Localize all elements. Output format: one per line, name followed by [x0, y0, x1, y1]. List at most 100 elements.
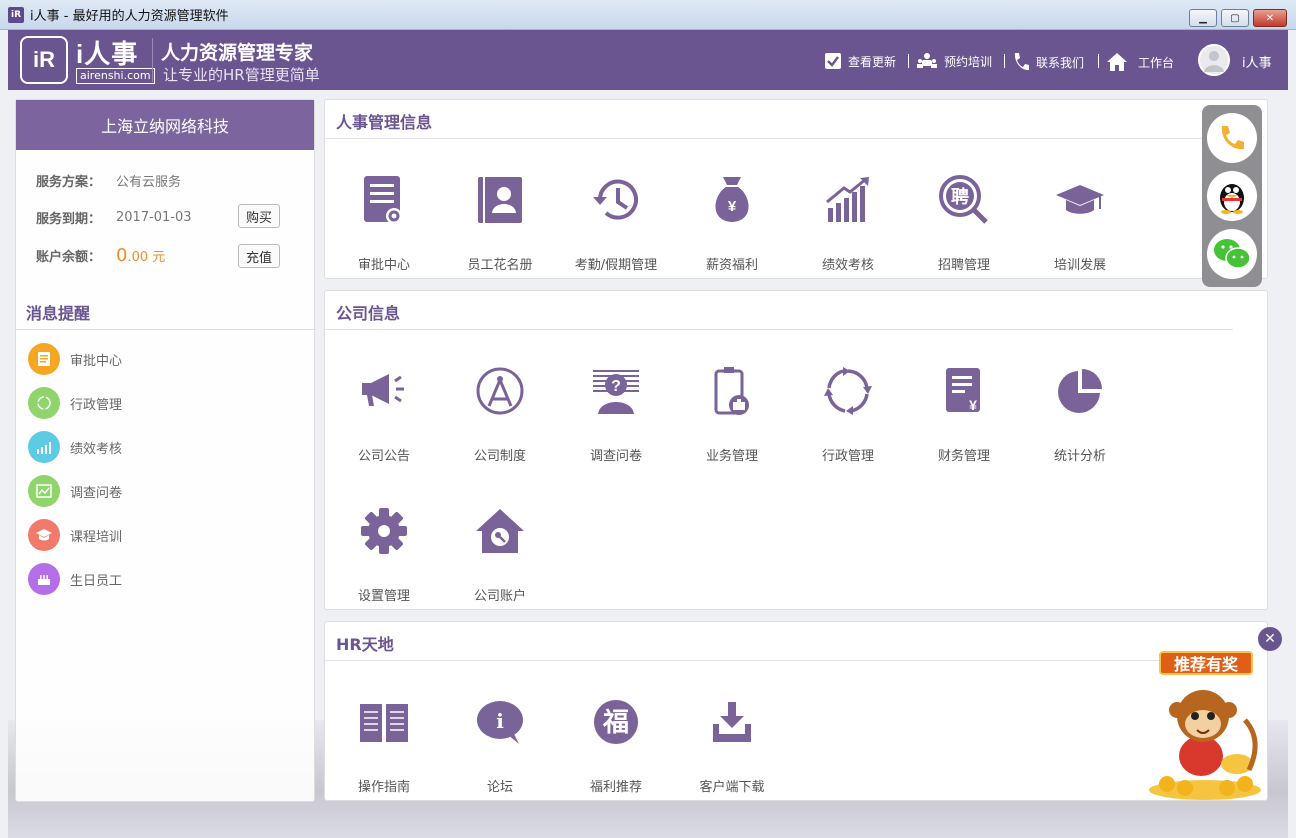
- workbench-label: 工作台: [1138, 55, 1175, 70]
- message-label: 行政管理: [70, 397, 123, 413]
- wechat-contact-button[interactable]: [1207, 229, 1257, 279]
- document-icon: [28, 343, 60, 375]
- message-performance[interactable]: 绩效考核: [28, 431, 122, 463]
- phone-contact-button[interactable]: [1207, 113, 1257, 163]
- tile-label: 统计分析: [1053, 449, 1106, 464]
- user-icon: [1204, 51, 1224, 72]
- recharge-button[interactable]: 充值: [238, 244, 280, 268]
- service-plan-row: 服务方案： 公有云服务: [36, 171, 181, 190]
- tile-label: 培训发展: [1053, 258, 1106, 273]
- app-header: iR i人事 airenshi.com 人力资源管理专家 让专业的HR管理更简单…: [8, 30, 1288, 90]
- tile-admin-management[interactable]: 行政管理: [798, 361, 898, 471]
- checkbox-icon: [824, 52, 842, 70]
- message-label: 生日员工: [70, 573, 123, 589]
- message-training[interactable]: 课程培训: [28, 519, 122, 551]
- service-plan-value: 公有云服务: [116, 175, 182, 190]
- tile-statistics[interactable]: 统计分析: [1030, 361, 1130, 471]
- service-plan-label: 服务方案：: [36, 175, 102, 190]
- book-training-label: 预约培训: [944, 54, 993, 69]
- tile-user-guide[interactable]: 操作指南: [334, 692, 434, 802]
- tile-employee-roster[interactable]: 员工花名册: [450, 170, 550, 280]
- book-training-link[interactable]: 预约培训: [916, 52, 992, 70]
- message-label: 课程培训: [70, 529, 123, 545]
- tile-business-management[interactable]: 业务管理: [682, 361, 782, 471]
- window-title: i人事 - 最好用的人力资源管理软件: [30, 9, 229, 24]
- message-label: 调查问卷: [70, 485, 123, 501]
- pie-chart-icon: [1050, 361, 1110, 421]
- tile-benefits-recommend[interactable]: 福 福利推荐: [566, 692, 666, 802]
- tile-label: 招聘管理: [937, 258, 990, 273]
- cycle-icon: [28, 387, 60, 419]
- tile-label: 客户端下载: [699, 780, 765, 795]
- open-book-icon: [354, 692, 414, 752]
- tile-approval-center[interactable]: 审批中心: [334, 170, 434, 280]
- cake-icon: [28, 563, 60, 595]
- tile-label: 公司公告: [357, 449, 410, 464]
- wechat-icon: [1214, 239, 1251, 269]
- maximize-button[interactable]: ▢: [1221, 9, 1249, 27]
- tile-label: 公司账户: [473, 589, 526, 604]
- megaphone-icon: [354, 361, 414, 421]
- tile-label: 考勤/假期管理: [574, 258, 658, 273]
- message-admin[interactable]: 行政管理: [28, 387, 122, 419]
- message-survey[interactable]: 调查问卷: [28, 475, 122, 507]
- header-divider: [152, 38, 153, 82]
- money-bag-icon: ¥: [702, 170, 762, 230]
- refresh-cycle-icon: [818, 361, 878, 421]
- slogan-sub: 让专业的HR管理更简单: [163, 66, 320, 84]
- tile-forum[interactable]: i 论坛: [450, 692, 550, 802]
- approval-document-icon: [354, 170, 414, 230]
- growth-chart-icon: [818, 170, 878, 230]
- message-birthday[interactable]: 生日员工: [28, 563, 122, 595]
- contact-us-link[interactable]: 联系我们: [1012, 52, 1084, 72]
- minimize-button[interactable]: ▁: [1189, 9, 1217, 27]
- check-updates-link[interactable]: 查看更新: [824, 52, 896, 70]
- company-info-section: 公司信息 公司公告 公司制度 ? 调查问卷 业务管理 行政管理 ¥ 财务管理 统…: [324, 290, 1268, 610]
- tile-finance-management[interactable]: ¥ 财务管理: [914, 361, 1014, 471]
- close-promo-button[interactable]: ✕: [1258, 627, 1282, 651]
- tile-company-announcement[interactable]: 公司公告: [334, 361, 434, 471]
- close-window-button[interactable]: ✕: [1253, 9, 1287, 27]
- tile-settings[interactable]: 设置管理: [334, 501, 434, 611]
- fortune-icon: 福: [586, 692, 646, 752]
- account-panel: 上海立纳网络科技 服务方案： 公有云服务 服务到期： 2017-01-03 购买…: [15, 99, 316, 802]
- tile-client-download[interactable]: 客户端下载: [682, 692, 782, 802]
- tile-label: 设置管理: [357, 589, 410, 604]
- monkey-mascot-image[interactable]: [1145, 680, 1265, 802]
- referral-reward-badge[interactable]: 推荐有奖: [1159, 651, 1253, 675]
- tile-training-development[interactable]: 培训发展: [1030, 170, 1130, 280]
- buy-button[interactable]: 购买: [238, 204, 280, 228]
- section-title: 公司信息: [336, 304, 401, 323]
- message-approval[interactable]: 审批中心: [28, 343, 122, 375]
- divider: [325, 138, 1233, 139]
- tile-label: 调查问卷: [589, 449, 642, 464]
- tile-salary-benefits[interactable]: ¥ 薪资福利: [682, 170, 782, 280]
- messages-title: 消息提醒: [26, 304, 91, 323]
- workbench-link[interactable]: 工作台: [1106, 52, 1174, 72]
- slogan-main: 人力资源管理专家: [161, 42, 314, 64]
- tile-company-account[interactable]: 公司账户: [450, 501, 550, 611]
- tile-survey[interactable]: ? 调查问卷: [566, 361, 666, 471]
- qq-contact-button[interactable]: [1207, 171, 1257, 221]
- tile-performance[interactable]: 绩效考核: [798, 170, 898, 280]
- user-avatar[interactable]: [1198, 44, 1230, 76]
- logo[interactable]: iR: [20, 36, 68, 84]
- tile-attendance-leave[interactable]: 考勤/假期管理: [566, 170, 666, 280]
- tile-recruitment[interactable]: 聘 招聘管理: [914, 170, 1014, 280]
- speech-bubble-icon: i: [470, 692, 530, 752]
- tile-company-policy[interactable]: 公司制度: [450, 361, 550, 471]
- contact-us-label: 联系我们: [1036, 55, 1085, 70]
- nav-separator: [1098, 54, 1099, 68]
- brand-name: i人事: [76, 39, 139, 69]
- chart-icon: [28, 431, 60, 463]
- divider: [16, 329, 316, 330]
- gear-icon: [354, 501, 414, 561]
- message-label: 绩效考核: [70, 441, 123, 457]
- service-expiry-row: 服务到期： 2017-01-03: [36, 208, 192, 227]
- tile-label: 薪资福利: [705, 258, 758, 273]
- question-person-icon: ?: [586, 361, 646, 421]
- section-title: 人事管理信息: [336, 113, 433, 132]
- username[interactable]: i人事: [1242, 52, 1272, 71]
- app-icon: iR: [8, 6, 24, 23]
- survey-icon: [28, 475, 60, 507]
